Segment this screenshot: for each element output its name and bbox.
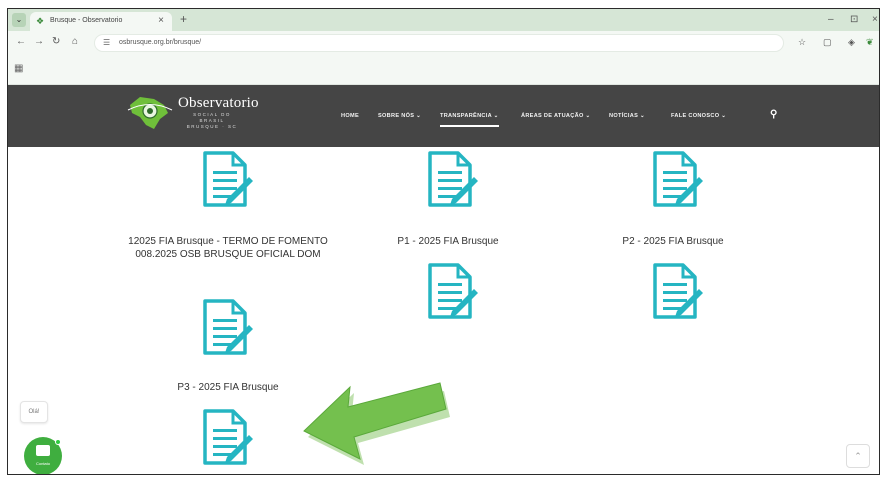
annotation-arrow-icon bbox=[303, 382, 450, 465]
apps-grid-icon[interactable]: ▦ bbox=[14, 63, 23, 74]
star-icon[interactable]: ☆ bbox=[798, 37, 806, 48]
document-icon[interactable] bbox=[418, 149, 478, 215]
site-info-icon[interactable]: ☰ bbox=[103, 38, 110, 47]
bookmarks-bar: ▦ bbox=[8, 55, 879, 85]
document-icon[interactable] bbox=[193, 297, 253, 363]
tab-strip: ⌄ ❖ Brusque - Observatorio × + – ⊡ × bbox=[8, 9, 879, 31]
menu-sobre-nos[interactable]: SOBRE NÓS ⌄ bbox=[378, 113, 421, 119]
extensions-icon[interactable]: ◈ bbox=[848, 37, 855, 48]
extension-leaf-icon[interactable]: ❦ bbox=[866, 37, 874, 48]
online-status-dot bbox=[55, 439, 61, 445]
document-icon[interactable] bbox=[193, 149, 253, 215]
logo-subtitle: SOCIAL DO BRASIL BRUSQUE · SC bbox=[186, 112, 238, 129]
restore-icon[interactable]: ⊡ bbox=[850, 14, 858, 25]
document-icon[interactable] bbox=[193, 407, 253, 473]
search-icon[interactable]: ⚲ bbox=[770, 109, 777, 120]
chat-button[interactable]: Contato bbox=[24, 437, 62, 474]
chat-icon bbox=[36, 445, 50, 456]
menu-fale-conosco[interactable]: FALE CONOSCO ⌄ bbox=[671, 113, 726, 119]
chat-greeting-bubble[interactable]: Olá! bbox=[20, 401, 48, 423]
tab-title: Brusque - Observatorio bbox=[50, 17, 123, 24]
back-arrow-icon[interactable]: ← bbox=[16, 36, 26, 47]
document-icon[interactable] bbox=[643, 261, 703, 327]
document-label[interactable]: 12025 FIA Brusque - TERMO DE FOMENTO 008… bbox=[128, 235, 328, 261]
close-window-icon[interactable]: × bbox=[872, 14, 878, 25]
new-tab-button[interactable]: + bbox=[180, 12, 187, 26]
logo-title: Observatorio bbox=[178, 95, 259, 111]
menu-transparencia[interactable]: TRANSPARÊNCIA ⌄ bbox=[440, 113, 499, 127]
browser-window: ⌄ ❖ Brusque - Observatorio × + – ⊡ × ← →… bbox=[7, 8, 880, 475]
document-label[interactable]: P1 - 2025 FIA Brusque bbox=[373, 235, 523, 248]
sidebar-icon[interactable]: ▢ bbox=[823, 37, 832, 48]
menu-home[interactable]: HOME bbox=[341, 113, 359, 119]
scroll-to-top-button[interactable]: ⌃ bbox=[846, 444, 870, 468]
site-logo[interactable]: Observatorio SOCIAL DO BRASIL BRUSQUE · … bbox=[124, 91, 274, 135]
menu-noticias[interactable]: NOTÍCIAS ⌄ bbox=[609, 113, 645, 119]
document-icon[interactable] bbox=[418, 261, 478, 327]
document-label[interactable]: P2 - 2025 FIA Brusque bbox=[598, 235, 748, 248]
tab-menu-button[interactable]: ⌄ bbox=[12, 13, 26, 27]
menu-areas-de-atuacao[interactable]: ÁREAS DE ATUAÇÃO ⌄ bbox=[521, 113, 590, 119]
tab-close-icon[interactable]: × bbox=[158, 15, 164, 26]
site-header: Observatorio SOCIAL DO BRASIL BRUSQUE · … bbox=[8, 85, 879, 147]
chevron-up-icon: ⌃ bbox=[854, 451, 862, 461]
browser-toolbar: ← → ↻ ⌂ ☰ osbrusque.org.br/brusque/ ☆ ▢ … bbox=[8, 31, 879, 55]
site-favicon-icon: ❖ bbox=[36, 16, 45, 26]
reload-icon[interactable]: ↻ bbox=[52, 36, 60, 47]
document-label[interactable]: P3 - 2025 FIA Brusque bbox=[153, 381, 303, 394]
forward-arrow-icon[interactable]: → bbox=[34, 36, 44, 47]
home-icon[interactable]: ⌂ bbox=[72, 36, 78, 47]
browser-tab[interactable]: ❖ Brusque - Observatorio × bbox=[30, 12, 172, 31]
minimize-icon[interactable]: – bbox=[828, 14, 834, 25]
document-icon[interactable] bbox=[643, 149, 703, 215]
address-bar[interactable]: ☰ osbrusque.org.br/brusque/ bbox=[94, 34, 784, 52]
chat-button-label: Contato bbox=[35, 461, 50, 466]
url-text: osbrusque.org.br/brusque/ bbox=[119, 39, 202, 46]
brazil-map-logo-icon bbox=[127, 97, 173, 129]
